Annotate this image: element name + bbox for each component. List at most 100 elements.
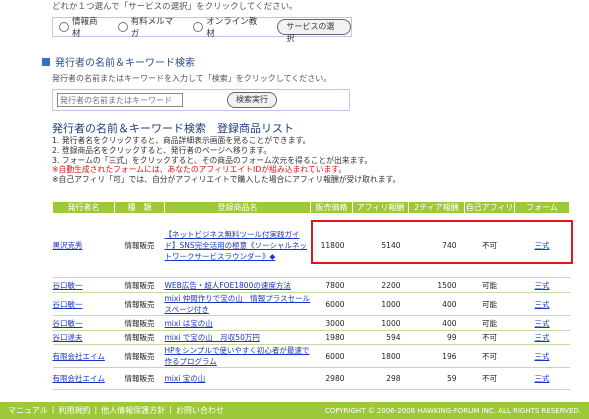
footer-link-contact[interactable]: お問い合わせ xyxy=(176,405,224,416)
table-row: 有限会社エイム 情報販売 HPをシンプルで使いやすく初心者が最速で作るプログラム… xyxy=(52,344,570,368)
note-red-line: ※自動生成されたフォームには、あなたのアフィリエイトIDが組み込まれています。 xyxy=(52,165,347,175)
radio-option-paid-mailmag[interactable]: 有料メルマガ xyxy=(117,15,182,39)
column-header: 登録商品名 xyxy=(164,201,311,214)
table-header-row: 発行者名 種 類 登録商品名 販売価格 アフィリ報酬 2ティア報酬 自己アフィリ… xyxy=(52,201,570,214)
type-cell: 情報販売 xyxy=(114,367,165,390)
note-line: ※自己アフィリ「可」では、自分がアフィリエイトで購入した場合にアフィリ報酬が受け… xyxy=(52,175,401,185)
column-header: 種 類 xyxy=(114,201,165,214)
results-notes: 1. 発行者名をクリックすると、商品詳細表示画面を見ることができます。 2. 登… xyxy=(52,136,472,185)
product-link[interactable]: mixi は宝の山 xyxy=(164,315,311,331)
service-intro-text: どれか１つ選んで「サービスの選択」をクリックしてください。 xyxy=(52,2,298,12)
self-affili-cell: 可能 xyxy=(464,292,515,316)
column-header: 発行者名 xyxy=(52,201,115,214)
search-form: 検索実行 xyxy=(52,89,350,111)
footer-separator: | xyxy=(169,405,172,414)
footer-separator: | xyxy=(94,405,98,414)
price-cell: 7800 xyxy=(310,277,353,293)
table-row: 谷口敏一 情報販売 WEB広告・超人FOE1800の速度方法 7800 2200… xyxy=(52,277,570,293)
affili-cell: 1000 xyxy=(352,315,409,331)
type-cell: 情報販売 xyxy=(114,292,165,316)
publisher-link[interactable]: 谷口敏一 xyxy=(52,315,115,331)
tier2-cell: 196 xyxy=(408,344,465,368)
radio-icon[interactable] xyxy=(59,22,69,32)
column-header: 2ティア報酬 xyxy=(408,201,465,214)
form-link[interactable]: 三式 xyxy=(514,330,570,345)
publisher-link[interactable]: 黒沢克秀 xyxy=(52,213,115,278)
results-title: 発行者の名前＆キーワード検索 登録商品リスト xyxy=(52,122,294,135)
affili-cell: 594 xyxy=(352,330,409,345)
price-cell: 3000 xyxy=(310,315,353,331)
tier2-cell: 59 xyxy=(408,367,465,390)
radio-option-online-course[interactable]: オンライン教材 xyxy=(193,15,265,39)
form-link[interactable]: 三式 xyxy=(514,344,570,368)
form-link[interactable]: 三式 xyxy=(514,277,570,293)
service-radio-group: 情報商材 有料メルマガ オンライン教材 サービスの選択 xyxy=(52,15,352,43)
table-row: 谷口達夫 情報販売 mixi で宝の山 月収50万円 1980 594 99 不… xyxy=(52,330,570,345)
search-button[interactable]: 検索実行 xyxy=(227,92,277,108)
type-cell: 情報販売 xyxy=(114,315,165,331)
footer-link-privacy[interactable]: 他人情報保護方針 xyxy=(101,405,165,416)
column-header: アフィリ報酬 xyxy=(352,201,409,214)
publisher-link[interactable]: 有限会社エイム xyxy=(52,344,115,368)
type-cell: 情報販売 xyxy=(114,213,165,278)
column-header: フォーム xyxy=(514,201,570,214)
form-link[interactable]: 三式 xyxy=(514,367,570,390)
product-link[interactable]: mixi 宝の山 xyxy=(164,367,311,390)
column-header: 自己アフィリ xyxy=(464,201,515,214)
product-link[interactable]: mixi 仲間作りで宝の山 情報プラスセールスページ付き xyxy=(164,292,311,316)
publisher-link[interactable]: 谷口敏一 xyxy=(52,292,115,316)
product-link[interactable]: WEB広告・超人FOE1800の速度方法 xyxy=(164,277,311,293)
form-link[interactable]: 三式 xyxy=(514,292,570,316)
radio-option-info-products[interactable]: 情報商材 xyxy=(59,15,106,39)
radio-label: 情報商材 xyxy=(71,17,98,39)
price-cell: 1980 xyxy=(310,330,353,345)
price-cell: 2980 xyxy=(310,367,353,390)
publisher-link[interactable]: 有限会社エイム xyxy=(52,367,115,390)
tier2-cell: 99 xyxy=(408,330,465,345)
footer-link-manual[interactable]: マニュアル xyxy=(8,405,48,416)
self-affili-cell: 不可 xyxy=(464,367,515,390)
affili-cell: 1000 xyxy=(352,292,409,316)
section-title: 発行者の名前＆キーワード検索 xyxy=(55,58,195,69)
radio-label: 有料メルマガ xyxy=(130,17,174,39)
tier2-cell: 400 xyxy=(408,292,465,316)
self-affili-cell: 不可 xyxy=(464,344,515,368)
copyright-text: COPYRIGHT © 2006-2008 HAWKING-FORUM INC.… xyxy=(324,406,581,415)
type-cell: 情報販売 xyxy=(114,344,165,368)
tier2-cell: 1500 xyxy=(408,277,465,293)
table-row: 有限会社エイム 情報販売 mixi 宝の山 2980 298 59 不可 三式 xyxy=(52,367,570,390)
footer-bar: マニュアル | 利用規約 | 他人情報保護方針 | お問い合わせ COPYRIGHT … xyxy=(0,402,589,419)
radio-icon[interactable] xyxy=(117,22,128,32)
footer-links: マニュアル | 利用規約 | 他人情報保護方針 | お問い合わせ xyxy=(8,405,224,416)
form-link[interactable]: 三式 xyxy=(514,315,570,331)
self-affili-cell: 可能 xyxy=(464,277,515,293)
affili-cell: 2200 xyxy=(352,277,409,293)
tier2-cell: 400 xyxy=(408,315,465,331)
type-cell: 情報販売 xyxy=(114,330,165,345)
select-service-button[interactable]: サービスの選択 xyxy=(277,19,352,43)
table-row: 谷口敏一 情報販売 mixi は宝の山 3000 1000 400 可能 三式 xyxy=(52,315,570,331)
radio-label: オンライン教材 xyxy=(206,17,258,39)
highlight-box xyxy=(311,220,573,264)
note-line: 3. フォームの「三式」をクリックすると、その商品のフォーム次元を得ることが出来… xyxy=(52,155,373,165)
product-link[interactable]: mixi で宝の山 月収50万円 xyxy=(164,330,311,345)
table-row: 谷口敏一 情報販売 mixi 仲間作りで宝の山 情報プラスセールスページ付き 6… xyxy=(52,292,570,316)
footer-link-terms[interactable]: 利用規約 xyxy=(58,405,90,416)
affili-cell: 1800 xyxy=(352,344,409,368)
self-affili-cell: 可能 xyxy=(464,315,515,331)
search-input[interactable] xyxy=(57,93,183,107)
publisher-link[interactable]: 谷口達夫 xyxy=(52,330,115,345)
publisher-link[interactable]: 谷口敏一 xyxy=(52,277,115,293)
price-cell: 6000 xyxy=(310,292,353,316)
column-header: 販売価格 xyxy=(310,201,353,214)
note-line: 2. 登録商品名をクリックすると、発行者のページへ移ります。 xyxy=(52,145,272,155)
radio-icon[interactable] xyxy=(193,22,204,32)
note-line: 1. 発行者名をクリックすると、商品詳細表示画面を見ることができます。 xyxy=(52,136,311,145)
affili-cell: 298 xyxy=(352,367,409,390)
price-cell: 6000 xyxy=(310,344,353,368)
search-section-heading: 発行者の名前＆キーワード検索 xyxy=(42,54,195,69)
product-link[interactable]: 【ネットビジネス無料ツール付実践ガイド】SNS完全活用の極意《ソーシャルネットワ… xyxy=(164,213,311,278)
search-help-text: 発行者の名前またはキーワードを入力して「検索」をクリックしてください。 xyxy=(52,74,332,83)
type-cell: 情報販売 xyxy=(114,277,165,293)
product-link[interactable]: HPをシンプルで使いやすく初心者が最速で作るプログラム xyxy=(164,344,311,368)
